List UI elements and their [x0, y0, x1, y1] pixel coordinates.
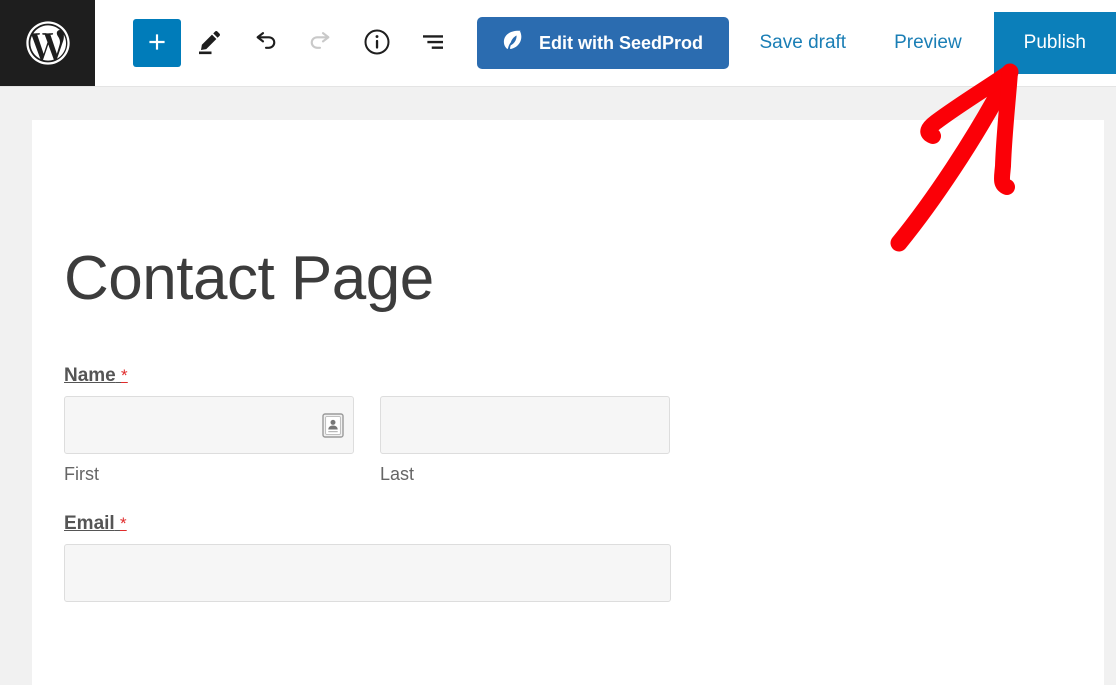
first-name-sublabel: First	[64, 464, 354, 485]
list-view-button[interactable]	[405, 15, 461, 71]
undo-arrow-icon	[250, 27, 280, 60]
editor-background-strip	[0, 86, 1116, 120]
email-label-text: Email	[64, 513, 115, 534]
form-field-email: Email *	[64, 513, 1104, 602]
contact-card-autofill-icon[interactable]	[322, 413, 344, 438]
editor-toolbar: Edit with SeedProd Save draft Preview Pu…	[0, 0, 1116, 86]
name-label-text: Name	[64, 365, 116, 386]
form-field-name: Name *	[64, 365, 1104, 485]
list-view-icon	[418, 27, 448, 60]
email-input[interactable]	[64, 544, 671, 602]
name-subfields-row: First Last	[64, 396, 1104, 485]
seedprod-leaf-icon	[499, 27, 526, 59]
details-info-button[interactable]	[349, 15, 405, 71]
name-required-asterisk: *	[121, 366, 128, 385]
wordpress-logo-icon	[22, 17, 74, 69]
preview-button[interactable]: Preview	[870, 32, 986, 54]
name-first-column: First	[64, 396, 354, 485]
add-block-button[interactable]	[133, 19, 181, 67]
editor-canvas[interactable]: Contact Page Name *	[32, 120, 1104, 685]
name-last-column: Last	[380, 396, 670, 485]
email-field-label: Email *	[64, 513, 127, 535]
publish-button[interactable]: Publish	[994, 12, 1116, 74]
email-required-asterisk: *	[120, 514, 127, 533]
edit-tool-button[interactable]	[181, 15, 237, 71]
toolbar-right-group: Save draft Preview Publish	[735, 0, 1116, 86]
name-field-label: Name *	[64, 365, 128, 387]
seedprod-button-label: Edit with SeedProd	[539, 33, 703, 54]
undo-button[interactable]	[237, 15, 293, 71]
toolbar-left-group: Edit with SeedProd	[95, 15, 729, 71]
post-title[interactable]: Contact Page	[32, 120, 1104, 310]
pencil-edit-icon	[194, 27, 224, 60]
redo-arrow-icon	[306, 27, 336, 60]
save-draft-button[interactable]: Save draft	[735, 32, 870, 54]
info-circle-icon	[362, 27, 392, 60]
plus-icon	[144, 29, 170, 58]
last-name-input[interactable]	[380, 396, 670, 454]
contact-form-block[interactable]: Name *	[32, 310, 1104, 602]
wordpress-logo-button[interactable]	[0, 0, 95, 86]
first-name-input[interactable]	[64, 396, 354, 454]
edit-with-seedprod-button[interactable]: Edit with SeedProd	[477, 17, 729, 69]
redo-button[interactable]	[293, 15, 349, 71]
last-name-sublabel: Last	[380, 464, 670, 485]
